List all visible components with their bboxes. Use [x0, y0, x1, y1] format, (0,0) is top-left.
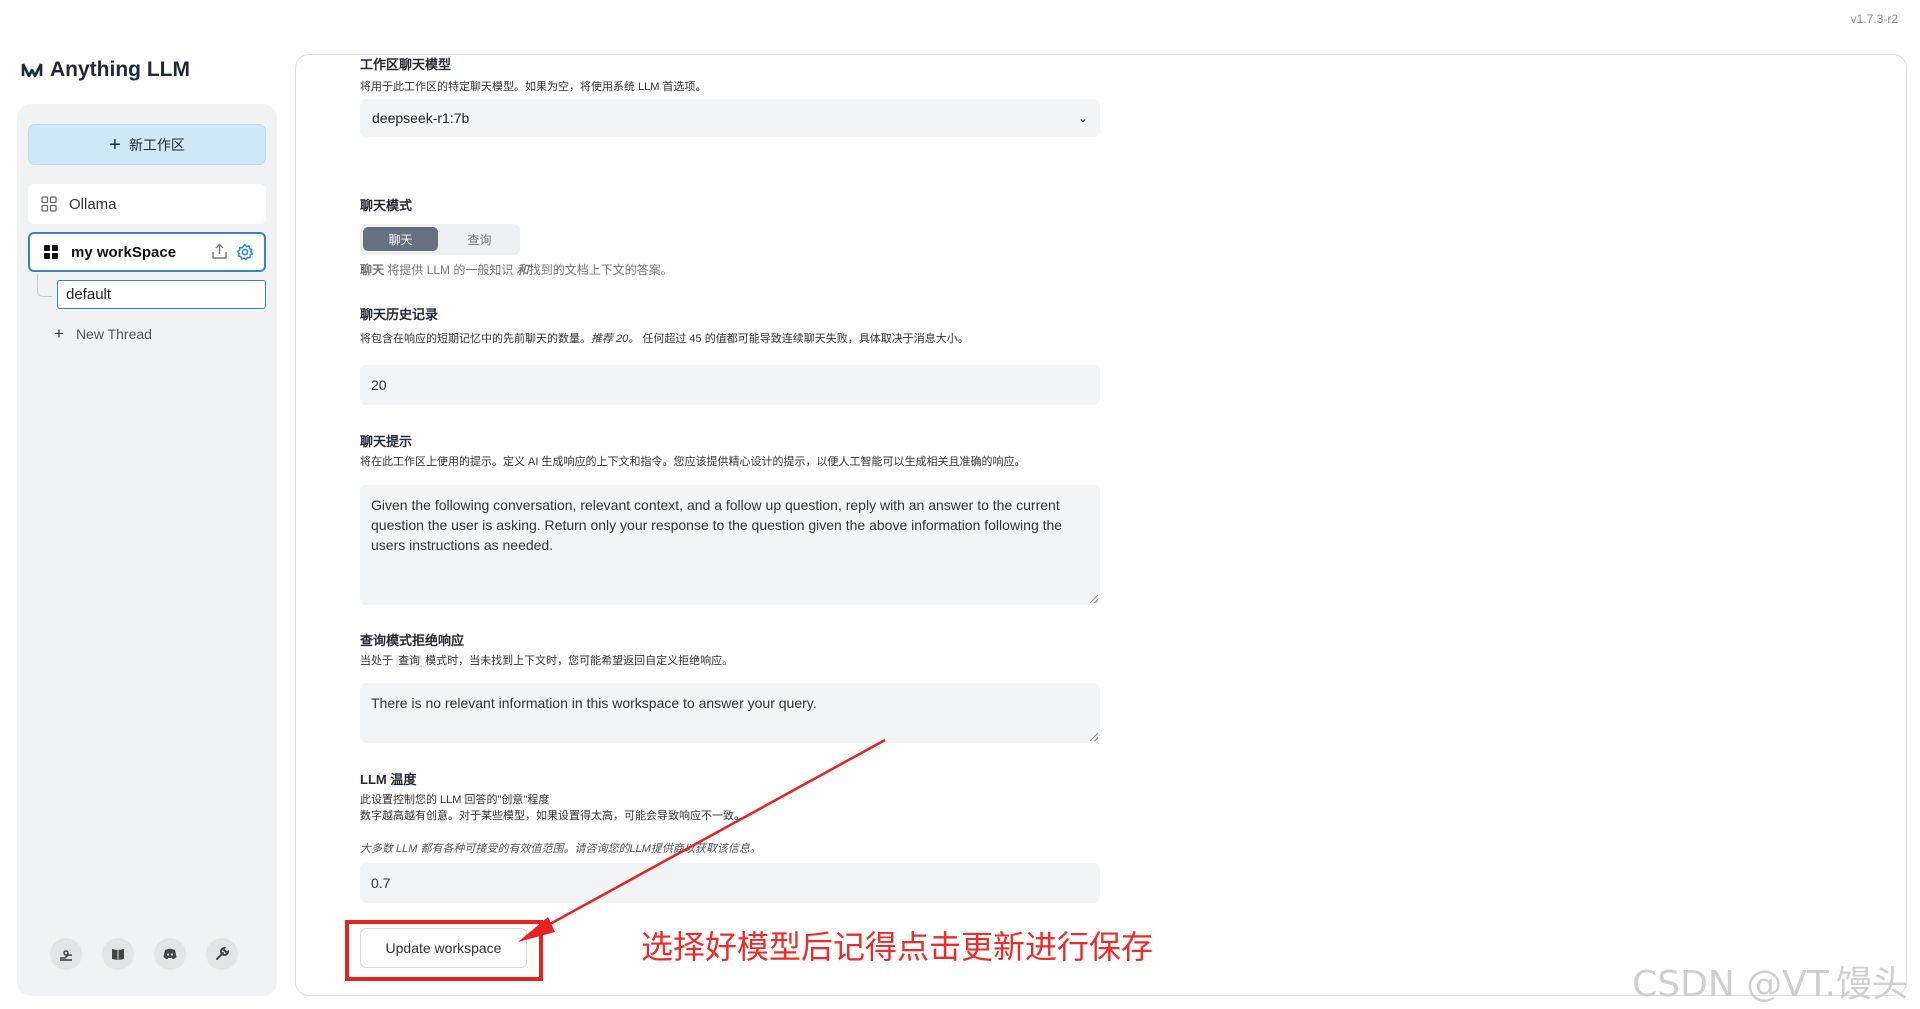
chat-prompt-title: 聊天提示	[360, 434, 413, 449]
chat-mode-hint-em: 和	[516, 263, 529, 277]
chat-mode-hint-text: 将提供 LLM 的一般知识	[384, 263, 517, 277]
chat-model-description: 将用于此工作区的特定聊天模型。如果为空，将使用系统 LLM 首选项。	[360, 81, 707, 93]
workspace-settings-gear-icon[interactable]	[236, 243, 254, 261]
llm-temperature-input[interactable]: 0.7	[360, 863, 1100, 903]
chat-mode-hint-suffix: 找到的文档上下文的答案。	[528, 263, 673, 277]
chat-model-title: 工作区聊天模型	[360, 57, 452, 72]
chat-history-input[interactable]: 20	[360, 365, 1100, 405]
upload-icon[interactable]	[211, 243, 228, 260]
new-thread-button[interactable]: + New Thread	[54, 324, 152, 344]
app-logo-text: Anything LLM	[50, 58, 190, 81]
resize-handle-icon[interactable]	[1090, 595, 1098, 603]
workspace-item-ollama[interactable]: Ollama	[28, 184, 266, 224]
settings-wrench-icon[interactable]	[206, 938, 238, 970]
chat-mode-hint-mode: 聊天	[360, 263, 385, 277]
chat-mode-option-chat[interactable]: 聊天	[363, 227, 438, 251]
llm-temperature-note: 大多数 LLM 都有各种可接受的有效值范围。请咨询您的LLM提供商以获取该信息。	[360, 843, 761, 855]
chat-mode-option-query[interactable]: 查询	[442, 227, 517, 251]
app-logo: Anything LLM	[21, 58, 190, 82]
plus-icon: +	[109, 133, 121, 156]
workspace-item-my-workspace[interactable]: my workSpace	[28, 232, 266, 272]
plus-icon: +	[54, 324, 64, 343]
llm-temperature-value: 0.7	[371, 875, 391, 891]
workspace-label: my workSpace	[71, 243, 177, 261]
chat-mode-toggle: 聊天 查询	[360, 224, 520, 255]
annotation-text: 选择好模型后记得点击更新进行保存	[641, 928, 1154, 966]
new-workspace-label: 新工作区	[128, 136, 185, 153]
new-thread-label: New Thread	[75, 326, 152, 342]
sidebar: + 新工作区 Ollama my workSpace default + New…	[17, 104, 277, 996]
workspace-label: Ollama	[69, 195, 117, 213]
chat-mode-title: 聊天模式	[360, 198, 413, 213]
chat-prompt-description: 将在此工作区上使用的提示。定义 AI 生成响应的上下文和指令。您应该提供精心设计…	[360, 456, 1026, 468]
chat-model-value: deepseek-r1:7b	[372, 110, 470, 126]
query-refusal-desc-prefix: 当处于	[360, 655, 397, 667]
llm-temperature-desc-line1: 此设置控制您的 LLM 回答的"创意"程度	[360, 794, 550, 806]
docs-book-icon[interactable]	[102, 938, 134, 970]
new-workspace-button[interactable]: + 新工作区	[28, 124, 266, 165]
chat-history-description: 将包含在响应的短期记忆中的先前聊天的数量。推荐 20。 任何超过 45 的值都可…	[360, 330, 969, 346]
sidebar-footer	[50, 938, 238, 970]
discord-icon[interactable]	[154, 938, 186, 970]
llm-temperature-desc-line2: 数字越高越有创意。对于某些模型，如果设置得太高，可能会导致响应不一致。	[360, 810, 745, 822]
thread-item-default[interactable]: default	[57, 280, 266, 309]
chat-history-value: 20	[371, 377, 387, 393]
workspace-grid-icon	[41, 196, 57, 212]
anythingllm-logo-icon	[21, 63, 43, 78]
chat-mode-hint: 聊天 将提供 LLM 的一般知识 和找到的文档上下文的答案。	[360, 261, 673, 278]
workspace-settings-panel: 工作区聊天模型 将用于此工作区的特定聊天模型。如果为空，将使用系统 LLM 首选…	[295, 54, 1907, 996]
chevron-down-icon: ⌄	[1077, 111, 1088, 125]
query-refusal-title: 查询模式拒绝响应	[360, 633, 465, 648]
query-refusal-desc-code: 查询	[396, 655, 423, 667]
thread-connector	[37, 274, 52, 297]
chat-history-desc-warning: 任何超过 45 的值都可能导致连续聊天失败，具体取决于消息大小。	[639, 333, 969, 345]
chat-prompt-value: Given the following conversation, releva…	[371, 497, 1063, 553]
annotation-highlight-box	[345, 920, 543, 981]
thread-label: default	[66, 286, 112, 303]
query-refusal-value: There is no relevant information in this…	[371, 695, 817, 711]
app-version: v1.7.3-r2	[1850, 12, 1898, 26]
llm-temperature-title: LLM 温度	[360, 772, 417, 787]
community-hub-icon[interactable]	[50, 938, 82, 970]
query-refusal-description: 当处于 查询 模式时，当未找到上下文时，您可能希望返回自定义拒绝响应。	[360, 652, 733, 668]
chat-history-desc-recommend: 推荐 20。	[591, 333, 640, 345]
watermark: CSDN @VT.馒头	[1632, 964, 1908, 1005]
resize-handle-icon[interactable]	[1090, 733, 1098, 741]
chat-history-desc-text: 将包含在响应的短期记忆中的先前聊天的数量。	[360, 333, 591, 345]
workspace-grid-icon	[44, 245, 58, 259]
query-refusal-textarea[interactable]: There is no relevant information in this…	[360, 683, 1100, 743]
chat-history-title: 聊天历史记录	[360, 307, 439, 322]
chat-prompt-textarea[interactable]: Given the following conversation, releva…	[360, 485, 1100, 605]
chat-model-select[interactable]: deepseek-r1:7b ⌄	[360, 99, 1100, 137]
query-refusal-desc-suffix: 模式时，当未找到上下文时，您可能希望返回自定义拒绝响应。	[422, 655, 734, 667]
